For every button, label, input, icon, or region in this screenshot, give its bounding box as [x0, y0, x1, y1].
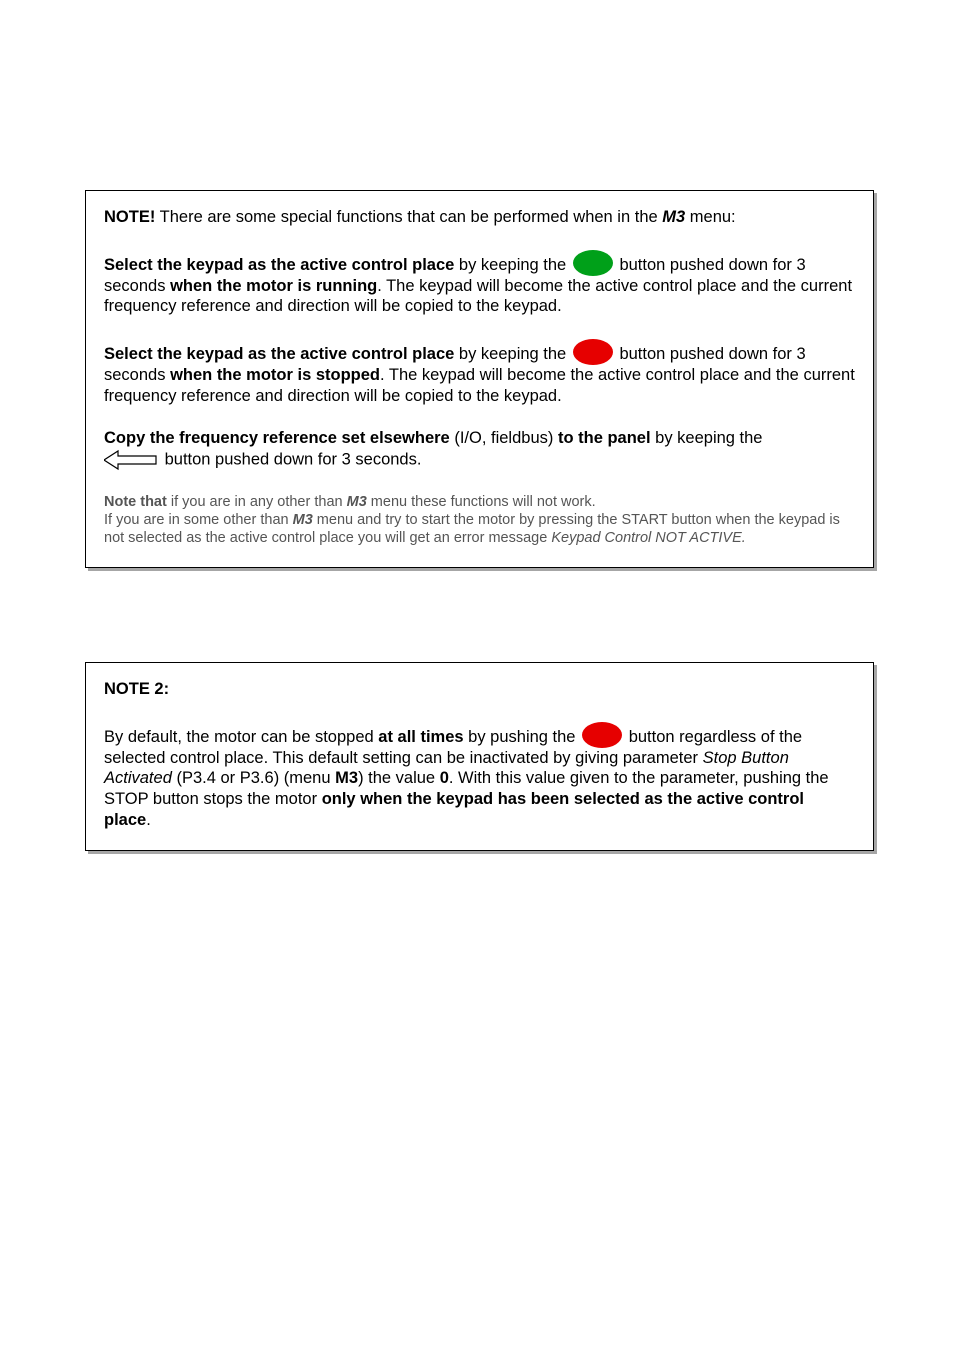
- note2-a: By default, the motor can be stopped: [104, 728, 374, 746]
- note1-p2-text-a: by keeping the: [459, 345, 566, 363]
- note2-title-line: NOTE 2:: [104, 679, 855, 700]
- note2-b: by pushing the: [468, 728, 575, 746]
- note1-p4b-pre: If you are in some other than: [104, 512, 289, 528]
- note1-p4-m3-a: M3: [347, 494, 367, 510]
- note-box-2: NOTE 2: By default, the motor can be sto…: [85, 662, 874, 851]
- note1-p4b-m3: M3: [293, 512, 313, 528]
- note1-p4-bold: Note that: [104, 494, 167, 510]
- note1-headline: NOTE! There are some special functions t…: [104, 207, 855, 228]
- note1-note-label: NOTE!: [104, 208, 155, 226]
- note1-p3b-text: button pushed down for 3 seconds.: [165, 450, 422, 468]
- note1-headline-m3: M3: [662, 208, 685, 226]
- note1-p3-bold2: to the panel: [558, 429, 651, 447]
- note1-paragraph-3a: Copy the frequency reference set elsewhe…: [104, 428, 855, 449]
- note1-p4b-ital: Keypad Control NOT ACTIVE.: [551, 530, 745, 546]
- note1-paragraph-1: Select the keypad as the active control …: [104, 250, 855, 317]
- note2-bold-zero: 0: [440, 769, 449, 787]
- left-arrow-button-icon: [104, 449, 158, 471]
- note1-paragraph-2: Select the keypad as the active control …: [104, 339, 855, 406]
- stop-button-icon: [582, 722, 622, 748]
- start-button-icon: [573, 250, 613, 276]
- stop-button-icon: [573, 339, 613, 365]
- page: NOTE! There are some special functions t…: [0, 0, 954, 1351]
- note1-p1-bold: Select the keypad as the active control …: [104, 256, 454, 274]
- note1-headline-text: There are some special functions that ca…: [160, 208, 658, 226]
- note1-paragraph-4: Note that if you are in any other than M…: [104, 493, 855, 547]
- note2-bold-menu: M3: [335, 769, 358, 787]
- note1-paragraph-3b: button pushed down for 3 seconds.: [104, 449, 855, 471]
- note1-p2-bold-b: when the motor is stopped: [170, 366, 380, 384]
- note1-p4-text-a: if you are in any other than: [171, 494, 343, 510]
- note2-d: (P3.4 or P3.6) (menu: [176, 769, 330, 787]
- note1-p1-text-a: by keeping the: [459, 256, 566, 274]
- note2-e: ) the value: [358, 769, 435, 787]
- note1-p3-bold: Copy the frequency reference set elsewhe…: [104, 429, 450, 447]
- note1-headline-tail: menu:: [690, 208, 736, 226]
- note1-p2-bold: Select the keypad as the active control …: [104, 345, 454, 363]
- note1-p1-bold-b: when the motor is running: [170, 277, 377, 295]
- note1-p4-tail: menu these functions will not work.: [371, 494, 596, 510]
- note2-bold-times: at all times: [378, 728, 463, 746]
- note1-p3-mid: (I/O, fieldbus): [454, 429, 553, 447]
- note2-paragraph: By default, the motor can be stopped at …: [104, 722, 855, 831]
- note2-g: .: [146, 811, 151, 829]
- note-box-1: NOTE! There are some special functions t…: [85, 190, 874, 568]
- note1-p3-tail: by keeping the: [655, 429, 762, 447]
- note2-title: NOTE 2:: [104, 680, 169, 698]
